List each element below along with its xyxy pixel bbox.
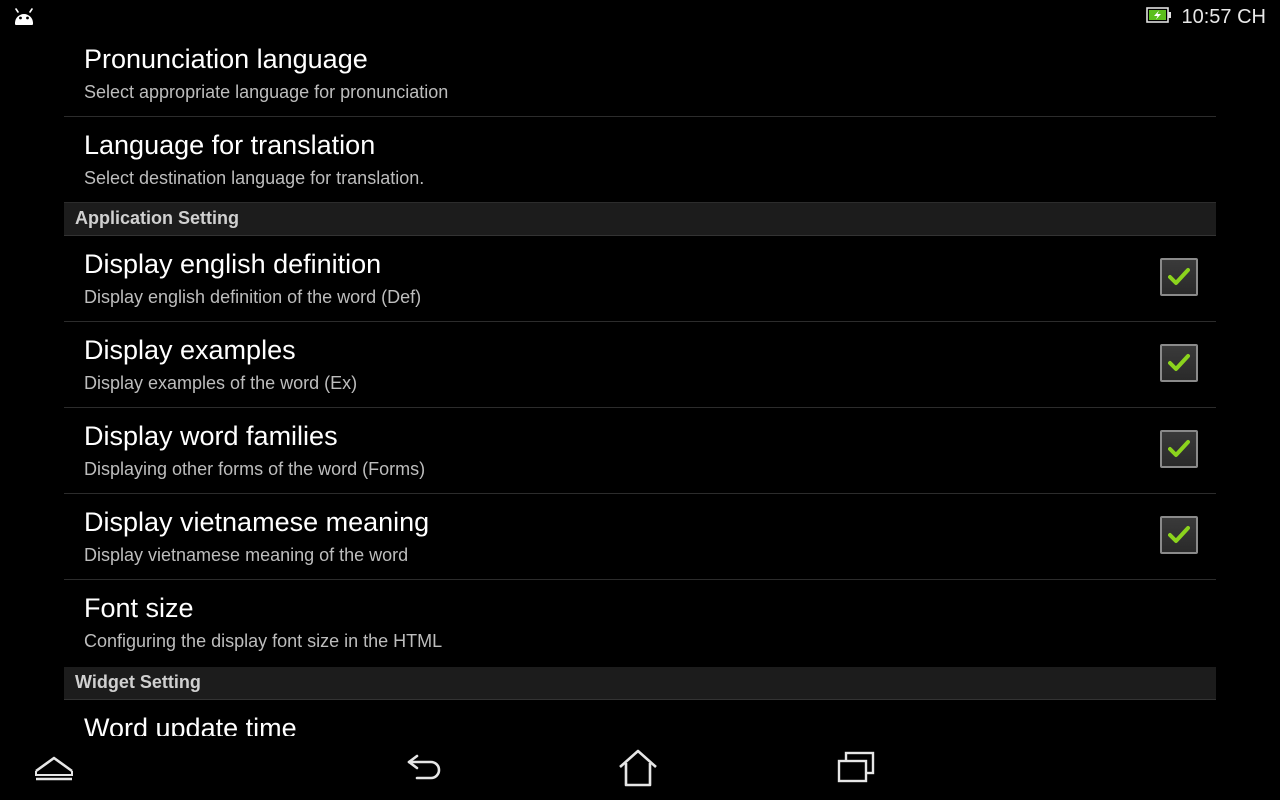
preference-title: Word update time [84,713,297,736]
widget-setting-header: Widget Setting [64,667,1216,700]
vietnamese-meaning-checkbox[interactable] [1160,516,1198,554]
recent-apps-button[interactable] [828,746,884,790]
navigation-bar [0,736,1280,800]
menu-up-icon [35,756,73,781]
preference-summary: Display english definition of the word (… [84,287,422,307]
checkmark-icon [1168,440,1190,457]
preference-title: Pronunciation language [84,44,368,74]
preference-title: Display english definition [84,249,382,279]
checkmark-icon [1168,526,1190,543]
section-header-label: Application Setting [75,208,239,228]
menu-up-button[interactable] [26,746,82,790]
status-bar: 10:57 CH [0,0,1280,34]
preference-summary: Configuring the display font size in the… [84,631,443,651]
translation-language-preference[interactable]: Language for translation Select destinat… [64,117,1216,203]
preference-summary: Select destination language for translat… [84,168,425,188]
back-icon [407,754,441,780]
english-definition-checkbox[interactable] [1160,258,1198,296]
preference-summary: Displaying other forms of the word (Form… [84,459,426,479]
preference-summary: Display examples of the word (Ex) [84,373,358,393]
preference-title: Display word families [84,421,338,451]
word-families-checkbox[interactable] [1160,430,1198,468]
checkmark-icon [1168,354,1190,371]
preference-summary: Select appropriate language for pronunci… [84,82,449,102]
display-examples-preference[interactable]: Display examples Display examples of the… [64,322,1216,408]
back-button[interactable] [396,746,452,790]
android-robot-icon [12,8,36,30]
settings-list: Pronunciation language Select appropriat… [0,34,1280,736]
battery-charging-icon [1145,7,1172,27]
preference-title: Font size [84,593,194,623]
examples-checkbox[interactable] [1160,344,1198,382]
status-time: 10:57 CH [1181,5,1267,28]
preference-title: Display examples [84,335,296,365]
display-vietnamese-meaning-preference[interactable]: Display vietnamese meaning Display vietn… [64,494,1216,580]
display-english-definition-preference[interactable]: Display english definition Display engli… [64,236,1216,322]
preference-title: Display vietnamese meaning [84,507,430,537]
section-header-label: Widget Setting [75,672,201,692]
pronunciation-language-preference[interactable]: Pronunciation language Select appropriat… [64,34,1216,117]
font-size-preference[interactable]: Font size Configuring the display font s… [64,580,1216,666]
word-update-time-preference[interactable]: Word update time [64,700,1216,736]
preference-title: Language for translation [84,130,376,160]
preference-summary: Display vietnamese meaning of the word [84,545,409,565]
display-word-families-preference[interactable]: Display word families Displaying other f… [64,408,1216,494]
home-button[interactable] [610,746,666,790]
recent-apps-icon [837,751,875,783]
application-setting-header: Application Setting [64,203,1216,236]
checkmark-icon [1168,268,1190,285]
home-icon [619,749,657,787]
